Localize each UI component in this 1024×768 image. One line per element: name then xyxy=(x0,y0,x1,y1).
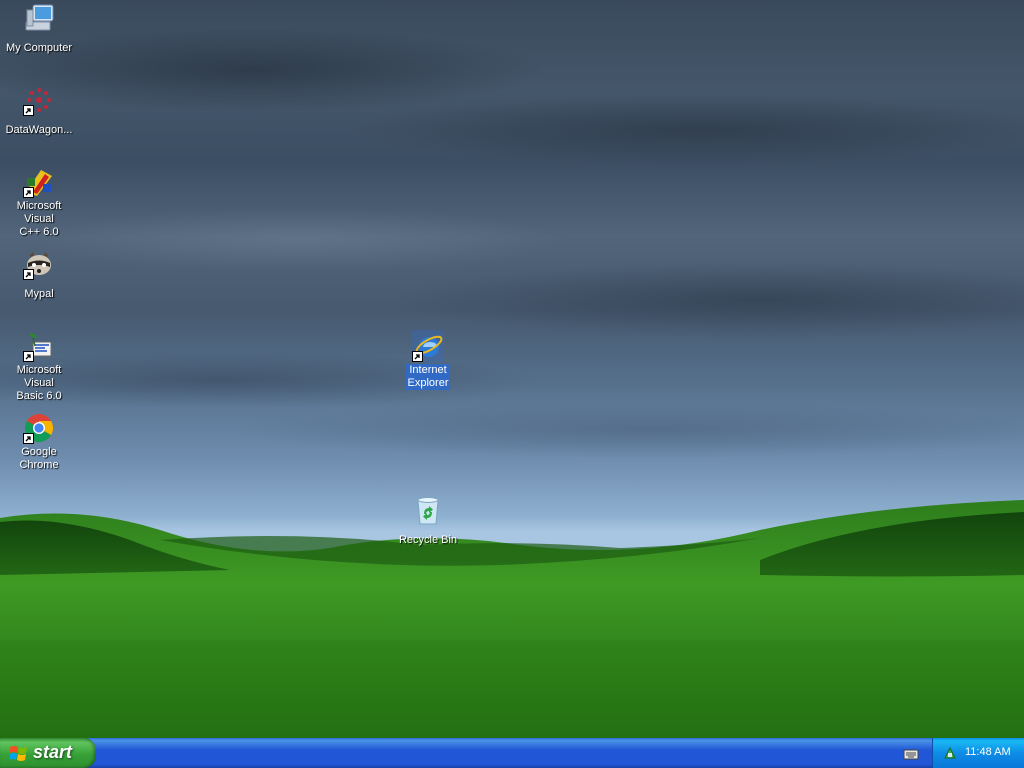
internet-explorer-shortcut[interactable]: Internet Explorer xyxy=(389,330,467,390)
shortcut-arrow-icon xyxy=(23,269,34,280)
mypal-raccoon-icon xyxy=(23,248,55,280)
recycle-bin-item[interactable]: Recycle Bin xyxy=(389,494,467,547)
visual-cpp-icon xyxy=(23,166,55,198)
mypal-shortcut[interactable]: Mypal xyxy=(0,248,78,301)
shortcut-arrow-icon xyxy=(23,351,34,362)
datawagon-label: DataWagon... xyxy=(5,124,73,136)
visual-cpp-label: Microsoft Visual C++ 6.0 xyxy=(16,200,62,238)
recycle-bin-icon xyxy=(412,494,444,526)
google-chrome-shortcut[interactable]: Google Chrome xyxy=(0,412,78,472)
my-computer-label: My Computer xyxy=(5,42,73,54)
network-icon[interactable] xyxy=(942,745,958,761)
visual-cpp-shortcut[interactable]: Microsoft Visual C++ 6.0 xyxy=(0,166,78,239)
chrome-icon xyxy=(23,412,55,444)
grass-hills xyxy=(0,500,1024,738)
start-label: start xyxy=(33,742,73,762)
shortcut-arrow-icon xyxy=(23,105,34,116)
mypal-label: Mypal xyxy=(24,288,54,300)
my-computer-icon-item[interactable]: My Computer xyxy=(0,2,78,55)
visual-basic-label: Microsoft Visual Basic 6.0 xyxy=(16,364,62,402)
internet-explorer-icon xyxy=(412,330,444,362)
clock[interactable]: 11:48 AM xyxy=(965,746,1011,758)
system-tray: 11:48 AM xyxy=(932,738,1024,768)
visual-basic-shortcut[interactable]: Microsoft Visual Basic 6.0 xyxy=(0,330,78,403)
computer-icon xyxy=(23,2,55,34)
datawagon-shortcut[interactable]: DataWagon... xyxy=(0,84,78,137)
desktop[interactable]: My Computer DataWagon... Microsoft Visua… xyxy=(0,0,1024,738)
shortcut-arrow-icon xyxy=(412,351,423,362)
internet-explorer-label: Internet Explorer xyxy=(405,364,451,390)
google-chrome-label: Google Chrome xyxy=(19,446,59,471)
keyboard-icon[interactable] xyxy=(903,746,919,760)
taskbar[interactable]: start 11:48 AM xyxy=(0,738,1024,768)
datawagon-icon xyxy=(23,84,55,116)
shortcut-arrow-icon xyxy=(23,433,34,444)
start-button[interactable]: start xyxy=(0,738,96,768)
recycle-bin-label: Recycle Bin xyxy=(398,534,458,546)
windows-logo-icon xyxy=(9,744,28,763)
shortcut-arrow-icon xyxy=(23,187,34,198)
visual-basic-icon xyxy=(23,330,55,362)
